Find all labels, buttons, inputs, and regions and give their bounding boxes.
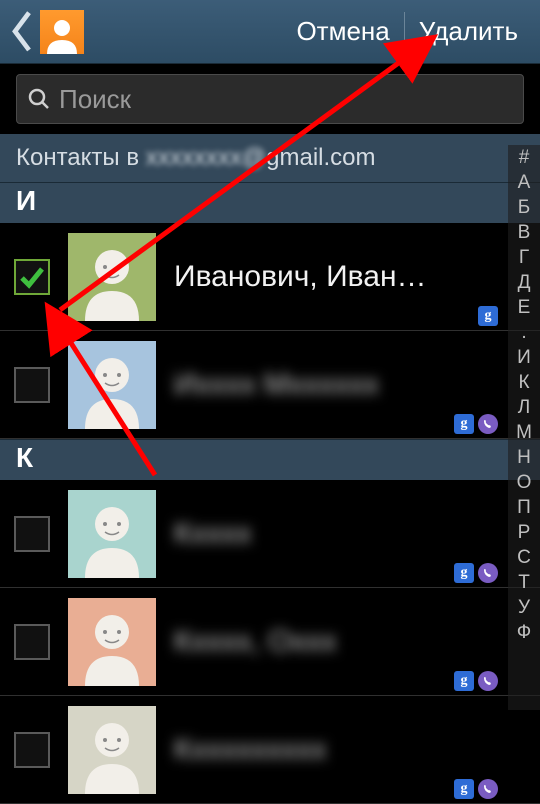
alpha-index-letter[interactable]: Р xyxy=(508,520,540,545)
cancel-button[interactable]: Отмена xyxy=(282,0,403,63)
contact-row[interactable]: Кxxxx, Оxxx g xyxy=(0,588,540,696)
alpha-index-letter[interactable]: К xyxy=(508,370,540,395)
checkbox[interactable] xyxy=(14,259,50,295)
contact-badges: g xyxy=(454,563,498,583)
google-badge-icon: g xyxy=(454,563,474,583)
alpha-index-letter[interactable]: М xyxy=(508,420,540,445)
account-email-suffix: gmail.com xyxy=(266,144,375,171)
google-badge-icon: g xyxy=(454,414,474,434)
contact-list: ИИванович, Иван…gИxxxx МxxxxxxgККxxxxgКx… xyxy=(0,182,540,804)
alpha-index-letter[interactable]: Л xyxy=(508,395,540,420)
alpha-index-letter[interactable]: Ф xyxy=(508,620,540,645)
contact-badges: g xyxy=(454,779,498,799)
contacts-app-icon xyxy=(40,10,84,54)
viber-badge-icon xyxy=(478,563,498,583)
alpha-index-letter[interactable]: Д xyxy=(508,270,540,295)
back-button[interactable] xyxy=(8,12,36,52)
avatar xyxy=(68,706,156,794)
alpha-index-letter[interactable]: А xyxy=(508,170,540,195)
checkbox[interactable] xyxy=(14,516,50,552)
alpha-index-letter[interactable]: О xyxy=(508,470,540,495)
checkbox[interactable] xyxy=(14,367,50,403)
contact-badges: g xyxy=(454,671,498,691)
top-bar: Отмена Удалить xyxy=(0,0,540,64)
contact-name: Кxxxxxxxxx xyxy=(174,733,530,767)
contact-name: Кxxxx, Оxxx xyxy=(174,625,530,659)
avatar xyxy=(68,490,156,578)
google-badge-icon: g xyxy=(478,306,498,326)
search-placeholder: Поиск xyxy=(59,84,131,115)
alpha-index-letter[interactable]: И xyxy=(508,345,540,370)
alpha-index-letter[interactable]: У xyxy=(508,595,540,620)
viber-badge-icon xyxy=(478,414,498,434)
viber-badge-icon xyxy=(478,671,498,691)
contact-name: Иванович, Иван… xyxy=(174,260,530,294)
alpha-index-letter[interactable]: . xyxy=(508,320,540,345)
alpha-index-letter[interactable]: С xyxy=(508,545,540,570)
contact-name: Кxxxx xyxy=(174,517,530,551)
account-email-hidden: xxxxxxxx@ xyxy=(146,144,266,171)
avatar xyxy=(68,598,156,686)
contact-row[interactable]: Иxxxx Мxxxxxx g xyxy=(0,331,540,439)
alpha-index-letter[interactable]: Г xyxy=(508,245,540,270)
contact-row[interactable]: Кxxxxxxxxx g xyxy=(0,696,540,804)
contacts-account-label: Контакты в xxxxxxxx@gmail.com xyxy=(0,134,540,182)
account-prefix: Контакты в xyxy=(16,144,146,171)
alpha-index-letter[interactable]: Е xyxy=(508,295,540,320)
google-badge-icon: g xyxy=(454,779,474,799)
checkbox[interactable] xyxy=(14,732,50,768)
avatar xyxy=(68,233,156,321)
avatar xyxy=(68,341,156,429)
section-header: К xyxy=(0,439,540,480)
alpha-index-letter[interactable]: П xyxy=(508,495,540,520)
checkbox[interactable] xyxy=(14,624,50,660)
search-input[interactable]: Поиск xyxy=(16,74,524,124)
alpha-index-letter[interactable]: В xyxy=(508,220,540,245)
alpha-index-letter[interactable]: Н xyxy=(508,445,540,470)
alpha-index-letter[interactable]: Б xyxy=(508,195,540,220)
alpha-index-letter[interactable]: Т xyxy=(508,570,540,595)
alpha-index[interactable]: #АБВГДЕ.ИКЛМНОПРСТУФ xyxy=(508,145,540,710)
contact-row[interactable]: Кxxxx g xyxy=(0,480,540,588)
search-section: Поиск xyxy=(0,64,540,134)
contact-badges: g xyxy=(478,306,498,326)
contact-row[interactable]: Иванович, Иван… g xyxy=(0,223,540,331)
contact-badges: g xyxy=(454,414,498,434)
alpha-index-letter[interactable]: # xyxy=(508,145,540,170)
contact-name: Иxxxx Мxxxxxx xyxy=(174,368,530,402)
delete-button[interactable]: Удалить xyxy=(405,0,532,63)
search-icon xyxy=(27,87,51,111)
viber-badge-icon xyxy=(478,779,498,799)
section-header: И xyxy=(0,182,540,223)
google-badge-icon: g xyxy=(454,671,474,691)
